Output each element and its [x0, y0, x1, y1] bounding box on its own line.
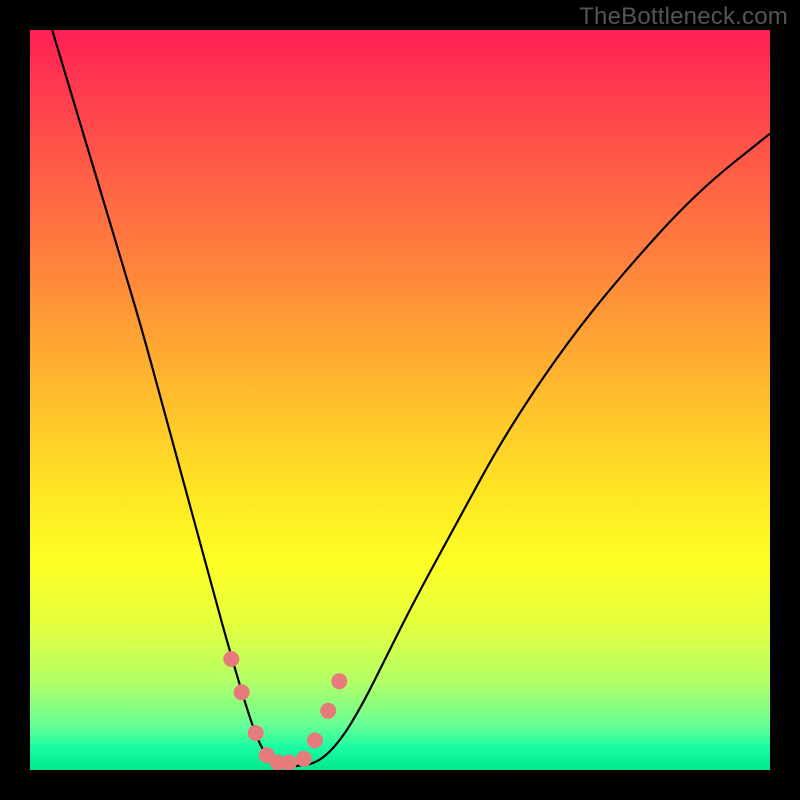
data-point — [248, 725, 264, 741]
data-point — [307, 732, 323, 748]
data-point — [320, 703, 336, 719]
chart-frame: TheBottleneck.com — [0, 0, 800, 800]
data-point — [296, 751, 312, 767]
data-point — [234, 684, 250, 700]
watermark-text: TheBottleneck.com — [579, 3, 788, 31]
data-point — [223, 651, 239, 667]
bottleneck-curve-path — [52, 30, 770, 766]
plot-svg — [30, 30, 770, 770]
plot-area — [30, 30, 770, 770]
data-point — [331, 673, 347, 689]
data-point — [281, 755, 297, 770]
